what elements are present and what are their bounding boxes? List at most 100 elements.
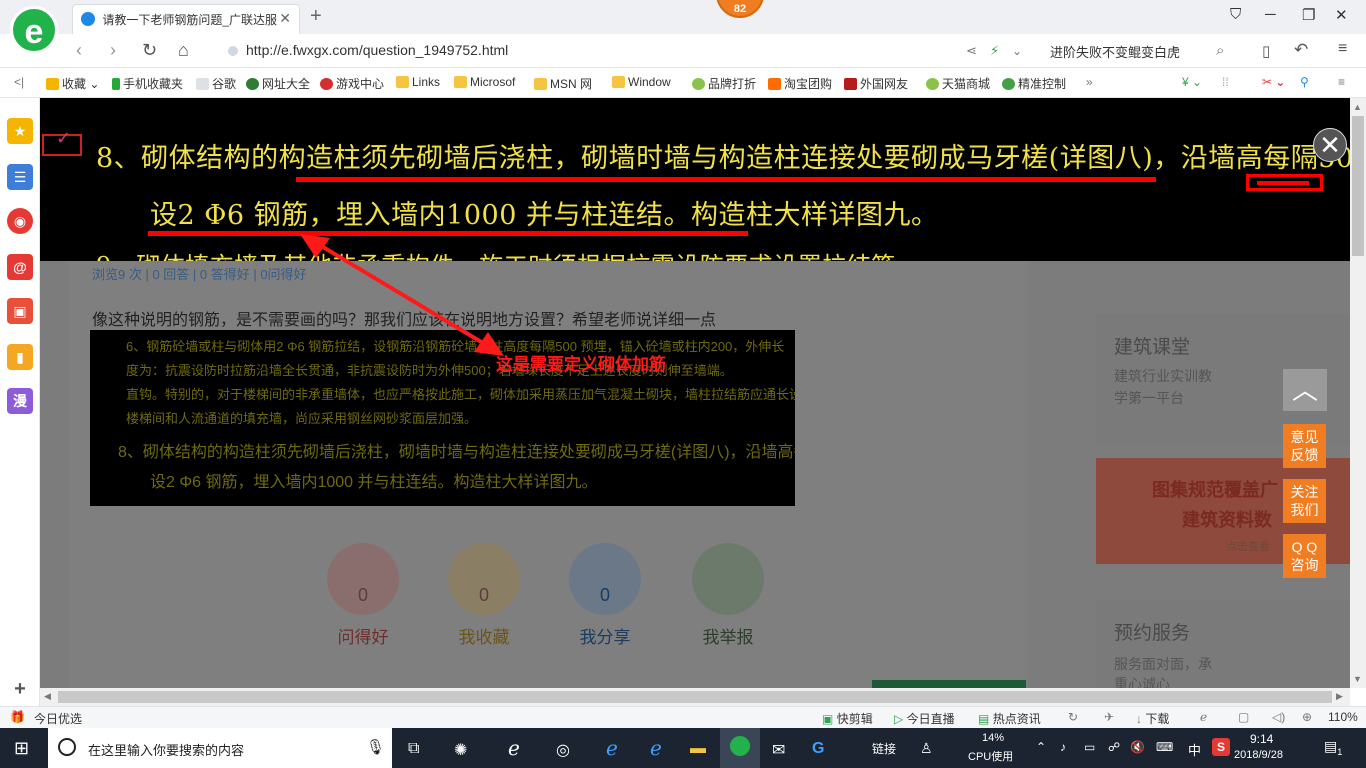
menu-icon[interactable]: ≡ bbox=[1338, 75, 1345, 89]
coin-icon[interactable]: ¥ ⌄ bbox=[1182, 75, 1202, 89]
minimize-button[interactable]: ─ bbox=[1265, 6, 1276, 23]
back-icon[interactable]: ‹ bbox=[76, 40, 82, 61]
phone-icon[interactable]: ▯ bbox=[1262, 42, 1270, 60]
add-sidebar-icon[interactable]: + bbox=[7, 678, 33, 704]
status-live[interactable]: ▷ 今日直播 bbox=[894, 710, 955, 727]
browser-tab[interactable]: 请教一下老师钢筋问题_广联达服 ✕ bbox=[72, 4, 300, 34]
status-today-picks[interactable]: 今日优选 bbox=[34, 710, 82, 727]
menu-icon[interactable]: ≡ bbox=[1338, 40, 1347, 58]
zoom-level[interactable]: 110% bbox=[1328, 710, 1358, 724]
action-center-icon[interactable]: ▤1 bbox=[1324, 738, 1342, 757]
like-question-button[interactable]: 0 问得好 bbox=[327, 543, 399, 648]
service-card[interactable]: 预约服务 服务面对面，承 重心诚心 bbox=[1096, 600, 1350, 688]
status-news[interactable]: ▤ 热点资讯 bbox=[978, 710, 1041, 727]
restore-button[interactable]: ❐ bbox=[1302, 6, 1315, 24]
tab-close-icon[interactable]: ✕ bbox=[279, 10, 291, 27]
mail-icon[interactable]: @ bbox=[7, 254, 33, 280]
favorite-button[interactable]: 0 我收藏 bbox=[448, 543, 520, 648]
pin-icon[interactable]: ✈ bbox=[1104, 710, 1114, 724]
weibo-icon[interactable]: ◉ bbox=[7, 208, 33, 234]
browser-app-icon[interactable]: ℯ bbox=[508, 736, 520, 761]
chevron-down-icon[interactable]: ⌄ bbox=[1012, 44, 1022, 58]
scissors-icon[interactable]: ✂ ⌄ bbox=[1262, 75, 1285, 89]
network-icon[interactable]: ▭ bbox=[1084, 740, 1095, 754]
ime-indicator[interactable]: 中 bbox=[1188, 740, 1201, 759]
shirt-skin-icon[interactable]: ⛉ bbox=[1230, 6, 1241, 23]
status-quick-edit[interactable]: ▣ 快剪辑 bbox=[822, 710, 873, 727]
glodon-icon[interactable]: G bbox=[812, 740, 824, 758]
browser-logo-icon[interactable]: e bbox=[10, 6, 58, 54]
bookmark-item[interactable]: 品牌打折 bbox=[692, 75, 756, 92]
bookmark-item[interactable]: Microsof bbox=[454, 75, 515, 89]
bookmark-item[interactable]: 网址大全 bbox=[246, 75, 310, 92]
close-window-button[interactable]: ✕ bbox=[1335, 6, 1348, 24]
reader-icon[interactable]: ☰ bbox=[7, 164, 33, 190]
undo-icon[interactable]: ↶ bbox=[1294, 40, 1308, 60]
favorites-star-icon[interactable]: ★ bbox=[7, 118, 33, 144]
bookmark-item[interactable]: 精准控制 bbox=[1002, 75, 1066, 92]
wifi-icon[interactable]: ☍ bbox=[1108, 740, 1120, 754]
clock-time[interactable]: 9:14 bbox=[1250, 732, 1273, 746]
zoom-icon[interactable]: ⊕ bbox=[1302, 710, 1312, 724]
follow-button[interactable]: 关注 我们 bbox=[1283, 479, 1326, 523]
edge-icon[interactable]: ℯ bbox=[606, 736, 618, 761]
report-button[interactable]: 我举报 bbox=[692, 543, 764, 648]
sidebar-toggle-icon[interactable]: <| bbox=[14, 75, 24, 89]
file-explorer-icon[interactable]: ▬ bbox=[690, 740, 706, 758]
active-browser-taskbar-button[interactable] bbox=[720, 728, 760, 768]
mute-icon[interactable]: 🔇 bbox=[1130, 740, 1145, 754]
scroll-thumb[interactable] bbox=[1352, 116, 1364, 256]
volume-icon[interactable]: ◁) bbox=[1272, 710, 1285, 724]
notification-bell-icon[interactable]: ♪ bbox=[1060, 740, 1066, 754]
comic-icon[interactable]: 漫 bbox=[7, 388, 33, 414]
bookmark-item[interactable]: 淘宝团购 bbox=[768, 75, 832, 92]
close-viewer-button[interactable]: ✕ bbox=[1313, 128, 1347, 162]
bookmark-item[interactable]: Window bbox=[612, 75, 671, 89]
chrome-app-icon[interactable]: ◎ bbox=[556, 740, 570, 760]
notification-badge[interactable]: 82 bbox=[716, 0, 764, 18]
share-icon[interactable]: ⋖ bbox=[966, 43, 977, 59]
scroll-thumb[interactable] bbox=[58, 691, 1332, 703]
bookmark-item[interactable]: 外国网友 bbox=[844, 75, 908, 92]
share-button[interactable]: 0 我分享 bbox=[569, 543, 641, 648]
qq-consult-button[interactable]: Q Q 咨询 bbox=[1283, 534, 1326, 578]
home-icon[interactable]: ⌂ bbox=[178, 40, 189, 61]
game-controller-icon[interactable]: ▣ bbox=[7, 298, 33, 324]
horizontal-scrollbar[interactable]: ◀ ▶ bbox=[40, 688, 1350, 706]
keyboard-icon[interactable]: ⌨ bbox=[1156, 740, 1173, 754]
feedback-button[interactable]: 意见 反馈 bbox=[1283, 424, 1326, 468]
scroll-left-icon[interactable]: ◀ bbox=[44, 691, 51, 702]
scroll-right-icon[interactable]: ▶ bbox=[1336, 691, 1343, 702]
forward-icon[interactable]: › bbox=[110, 40, 116, 61]
back-to-top-button[interactable]: ︿ bbox=[1283, 369, 1327, 411]
refresh-icon[interactable]: ↻ bbox=[1068, 710, 1078, 724]
ie-icon[interactable]: ℯ bbox=[650, 736, 662, 761]
tray-chevron-icon[interactable]: ⌃ bbox=[1036, 740, 1046, 754]
bookmark-item[interactable]: 手机收藏夹 bbox=[112, 75, 183, 92]
tray-link[interactable]: 链接 bbox=[872, 740, 896, 757]
bookmark-item[interactable]: 游戏中心 bbox=[320, 75, 384, 92]
sogou-icon[interactable]: S bbox=[1212, 738, 1230, 756]
magnifier-icon[interactable]: ⚲ bbox=[1300, 75, 1309, 89]
grid-icon[interactable]: ⁞⁞ bbox=[1222, 75, 1229, 89]
taskbar-search-box[interactable]: 在这里输入你要搜索的内容 🎙 bbox=[48, 728, 392, 768]
more-bookmarks-icon[interactable]: » bbox=[1086, 75, 1093, 89]
flash-icon[interactable]: ⚡ bbox=[990, 43, 999, 59]
clock-date[interactable]: 2018/9/28 bbox=[1234, 749, 1283, 761]
bookmark-item[interactable]: 谷歌 bbox=[196, 75, 236, 92]
windows-start-icon[interactable]: ⊞ bbox=[14, 738, 29, 759]
search-icon[interactable]: ⌕ bbox=[1216, 42, 1224, 59]
question-image[interactable]: 6、钢筋砼墙或柱与砌体用2 Φ6 钢筋拉结，设钢筋沿钢筋砼墙或柱高度每隔500 … bbox=[90, 330, 795, 506]
bookmark-item[interactable]: 天猫商城 bbox=[926, 75, 990, 92]
window-icon[interactable]: ▢ bbox=[1238, 710, 1249, 724]
people-icon[interactable]: ♙ bbox=[920, 740, 933, 757]
new-tab-icon[interactable]: + bbox=[310, 5, 322, 28]
bookmark-item[interactable]: MSN 网 bbox=[534, 75, 592, 92]
search-suggestion[interactable]: 进阶失败不变鲲变白虎 bbox=[1050, 42, 1180, 61]
scroll-up-icon[interactable]: ▲ bbox=[1353, 102, 1362, 112]
bookmark-item[interactable]: 收藏 ⌄ bbox=[46, 75, 99, 92]
status-download[interactable]: ↓ 下载 bbox=[1136, 710, 1169, 727]
bookmark-item[interactable]: Links bbox=[396, 75, 440, 89]
pinwheel-app-icon[interactable]: ✺ bbox=[454, 740, 467, 760]
refresh-icon[interactable]: ↻ bbox=[142, 40, 157, 61]
